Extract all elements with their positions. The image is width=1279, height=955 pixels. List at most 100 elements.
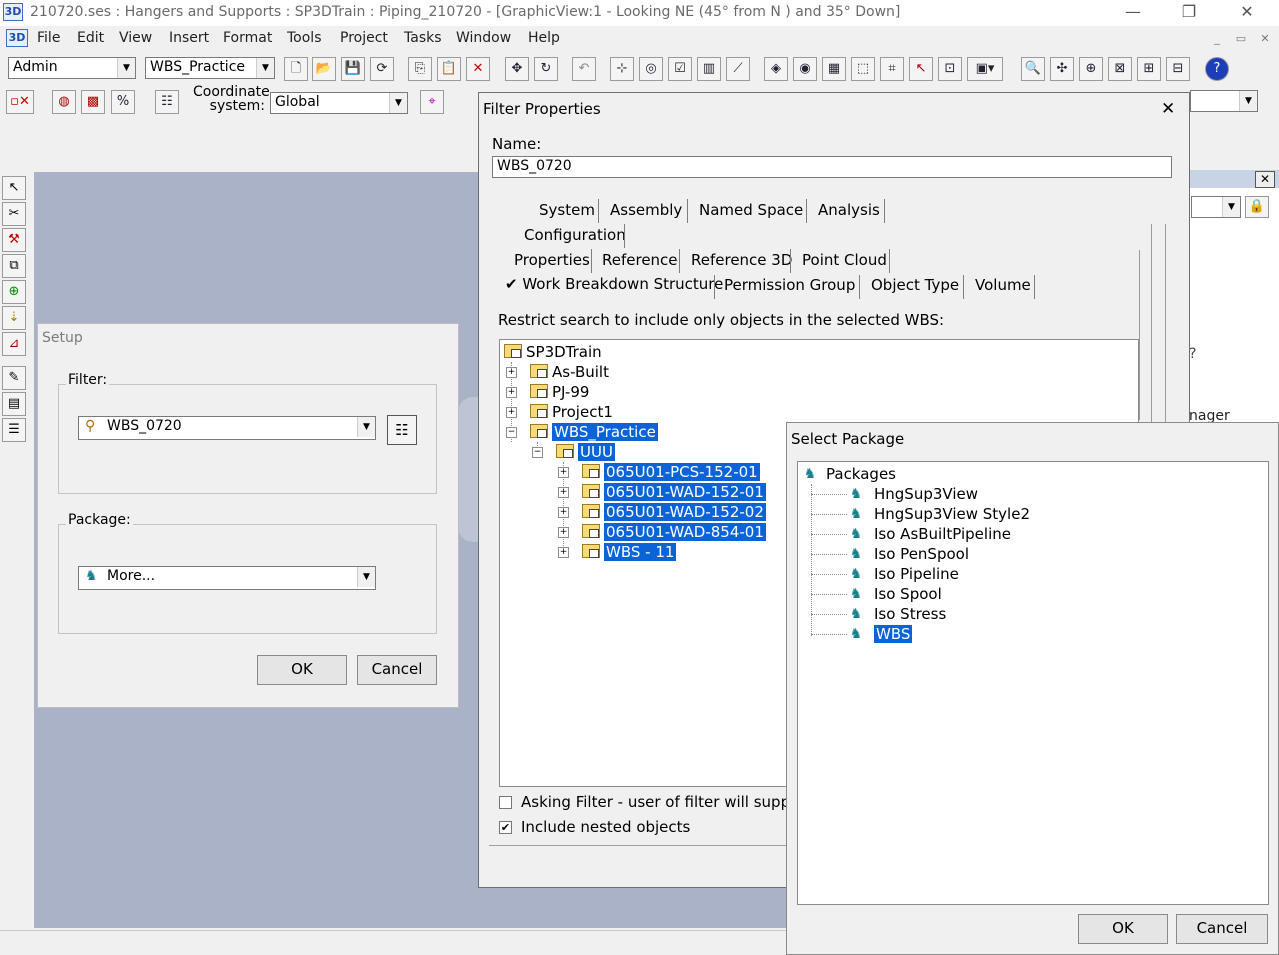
tree-node-project1[interactable]: + Project1 [506,402,613,422]
menu-help[interactable]: Help [528,30,560,46]
chevron-down-icon[interactable]: ▼ [1222,197,1240,217]
chevron-down-icon[interactable]: ▼ [117,58,135,78]
chevron-down-icon[interactable]: ▼ [357,567,375,587]
mdi-close-icon[interactable]: ✕ [1255,30,1275,48]
close-icon[interactable]: ✕ [1255,171,1275,188]
zoom-icon[interactable]: 🔍 [1021,57,1045,81]
rotate-icon[interactable]: ↻ [534,57,558,81]
setup-filter-combo[interactable]: ⚲ WBS_0720 ▼ [78,416,376,440]
minimize-button[interactable]: — [1106,0,1160,26]
right-combo[interactable]: ▼ [1190,90,1258,112]
close-icon[interactable]: ✕ [1161,99,1175,119]
tree-node-leaf[interactable]: + 065U01-PCS-152-01 [558,462,760,482]
tab-analysis[interactable]: Analysis [818,201,880,219]
pointer-icon[interactable]: ↖ [909,57,933,81]
ruler-icon[interactable]: ⟋ [726,57,750,81]
component-tool-icon[interactable]: ⇣ [2,306,26,330]
undo-icon[interactable]: ↶ [572,57,596,81]
tab-assembly[interactable]: Assembly [610,201,682,219]
tab-object-type[interactable]: Object Type [871,276,959,294]
expand-icon[interactable]: + [506,407,517,418]
package-item-selected[interactable]: ♞ WBS [848,624,913,644]
clear-select-icon[interactable]: ▫✕ [6,90,34,114]
package-item[interactable]: ♞ Iso Spool [848,584,942,604]
tab-properties[interactable]: Properties [514,251,590,269]
menu-tasks[interactable]: Tasks [404,30,442,46]
open-icon[interactable]: 📂 [312,57,336,81]
menu-project[interactable]: Project [340,30,388,46]
pan-icon[interactable]: ✣ [1050,57,1074,81]
tab-reference-3d[interactable]: Reference 3D [691,251,792,269]
tree-node-wbs-practice[interactable]: − WBS_Practice [506,422,658,442]
tree-node-leaf[interactable]: + WBS - 11 [558,542,677,562]
tree-node-uuu[interactable]: − UUU [532,442,615,462]
edit-tool-icon[interactable]: ✎ [2,366,26,390]
previous-view-icon[interactable]: ⊟ [1166,57,1190,81]
package-item[interactable]: ♞ Iso PenSpool [848,544,969,564]
chart-icon[interactable]: ▥ [697,57,721,81]
name-input[interactable]: WBS_0720 [492,156,1172,178]
package-item[interactable]: ♞ Iso AsBuiltPipeline [848,524,1011,544]
coordinate-system-combo[interactable]: Global ▼ [270,92,408,114]
tab-permission-group[interactable]: Permission Group [724,276,855,294]
display-mode-icon[interactable]: ▣▾ [967,57,1003,81]
chevron-down-icon[interactable]: ▼ [1239,91,1257,111]
drawing-tool-icon[interactable]: ⊿ [2,332,26,356]
lock-icon[interactable]: 🔒 [1245,196,1269,218]
zoom-area-icon[interactable]: ⊕ [1079,57,1103,81]
support-tool-icon[interactable]: ⚒ [2,228,26,252]
refresh-icon[interactable]: ⟳ [370,57,394,81]
package-root[interactable]: ♞ Packages [802,464,896,484]
menu-format[interactable]: Format [223,30,272,46]
setup-cancel-button[interactable]: Cancel [357,655,437,685]
menu-view[interactable]: View [119,30,152,46]
expand-icon[interactable]: + [506,367,517,378]
copy-icon[interactable]: ⎘ [408,57,432,81]
render-icon[interactable]: ◈ [764,57,788,81]
filter-properties-button[interactable]: ☷ [387,415,417,445]
tab-named-space[interactable]: Named Space [699,201,803,219]
expand-icon[interactable]: + [506,387,517,398]
select-tool-icon[interactable]: ↖ [2,176,26,200]
package-tree[interactable]: ♞ Packages ♞ HngSup3View ♞ HngSup3View S… [797,461,1269,905]
menu-insert[interactable]: Insert [169,30,209,46]
properties-icon[interactable]: ☷ [155,90,179,114]
expand-icon[interactable]: + [558,507,569,518]
chevron-down-icon[interactable]: ▼ [389,93,407,113]
measure-icon[interactable]: ⊹ [610,57,634,81]
collapse-icon[interactable]: − [506,427,517,438]
clip-icon[interactable]: ⌗ [880,57,904,81]
tree-node-pj99[interactable]: + PJ-99 [506,382,589,402]
place-tool-icon[interactable]: ⊕ [2,280,26,304]
document-icon[interactable]: 3D [6,29,28,47]
percent-icon[interactable]: % [111,90,135,114]
tab-point-cloud[interactable]: Point Cloud [802,251,887,269]
package-item[interactable]: ♞ HngSup3View [848,484,978,504]
right-pane-combo[interactable]: ▼ [1191,196,1241,218]
layout-icon[interactable]: ▦ [822,57,846,81]
help-icon[interactable]: ? [1205,57,1229,81]
move-icon[interactable]: ✥ [505,57,529,81]
tab-configuration[interactable]: Configuration [524,226,626,244]
frame-icon[interactable]: ⊡ [938,57,962,81]
package-cancel-button[interactable]: Cancel [1176,914,1268,944]
tab-system[interactable]: System [539,201,595,219]
inspect-icon[interactable]: ◍ [52,90,76,114]
setup-package-combo[interactable]: ♞ More... ▼ [78,566,376,590]
package-item[interactable]: ♞ Iso Pipeline [848,564,959,584]
expand-icon[interactable]: + [558,487,569,498]
new-icon[interactable]: 🗋 [284,57,308,81]
paste-icon[interactable]: 📋 [437,57,461,81]
expand-icon[interactable]: + [558,547,569,558]
save-icon[interactable]: 💾 [341,57,365,81]
tree-node-leaf[interactable]: + 065U01-WAD-854-01 [558,522,766,542]
package-item[interactable]: ♞ HngSup3View Style2 [848,504,1030,524]
fit-icon[interactable]: ⬚ [851,57,875,81]
tree-node-as-built[interactable]: + As-Built [506,362,609,382]
include-nested-checkbox[interactable]: ✔ [499,821,512,834]
hanger-tool-icon[interactable]: ✂ [2,202,26,226]
tree-node-leaf[interactable]: + 065U01-WAD-152-02 [558,502,766,522]
permission-group-combo[interactable]: Admin ▼ [8,57,136,79]
layout-tool-icon[interactable]: ▤ [2,392,26,416]
view-icon[interactable]: ◎ [639,57,663,81]
